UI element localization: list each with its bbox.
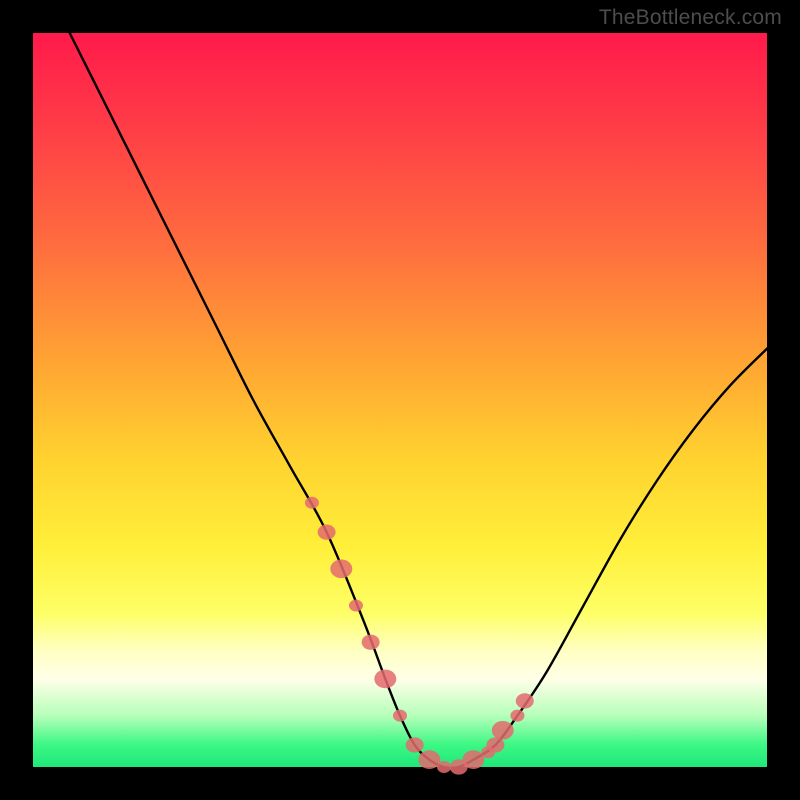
curve-layer bbox=[33, 33, 767, 767]
marker-dot bbox=[318, 524, 336, 539]
marker-dot bbox=[330, 559, 352, 578]
marker-dot bbox=[516, 693, 534, 708]
marker-dot bbox=[418, 750, 440, 769]
bottleneck-curve-path bbox=[70, 33, 767, 768]
marker-dot bbox=[349, 600, 363, 612]
plot-area bbox=[33, 33, 767, 767]
marker-dot bbox=[305, 497, 319, 509]
marker-dot bbox=[437, 761, 451, 773]
watermark-text: TheBottleneck.com bbox=[599, 6, 782, 30]
marker-dot bbox=[362, 635, 380, 650]
marker-dot bbox=[462, 750, 484, 769]
marker-dot bbox=[492, 721, 514, 740]
marker-dot bbox=[486, 737, 504, 752]
marker-dot bbox=[406, 737, 424, 752]
marker-dot bbox=[510, 710, 524, 722]
marker-dot bbox=[393, 710, 407, 722]
marker-dot bbox=[374, 670, 396, 689]
chart-frame: TheBottleneck.com bbox=[0, 0, 800, 800]
marker-group bbox=[305, 497, 534, 775]
